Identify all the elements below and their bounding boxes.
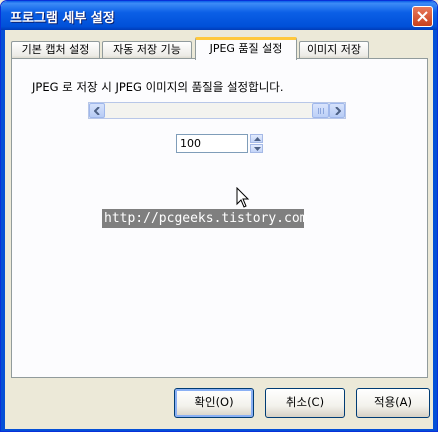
arrow-right-icon: [335, 107, 341, 115]
settings-dialog: 프로그램 세부 설정 기본 캡처 설정 자동 저장 기능 JPEG 품질 설정 …: [0, 0, 438, 432]
apply-button[interactable]: 적용(A): [356, 388, 430, 418]
ok-button[interactable]: 확인(O): [174, 388, 254, 418]
grip-icon: [318, 108, 324, 114]
quality-value-input[interactable]: 100: [176, 134, 248, 153]
tab-image-save[interactable]: 이미지 저장: [299, 41, 369, 59]
mouse-pointer-icon: [236, 187, 250, 208]
watermark-url: http://pcgeeks.tistory.com: [102, 209, 308, 228]
quality-slider[interactable]: [88, 102, 346, 119]
close-button[interactable]: [412, 6, 433, 27]
window-border-left: [1, 30, 5, 431]
window-title: 프로그램 세부 설정: [10, 11, 115, 26]
tab-basic-capture[interactable]: 기본 캡처 설정: [11, 41, 100, 59]
tab-panel-jpeg-quality: JPEG 로 저장 시 JPEG 이미지의 품질을 설정합니다. 100 htt…: [11, 58, 428, 378]
scroll-right-button[interactable]: [329, 103, 345, 118]
spin-down-button[interactable]: [250, 144, 263, 153]
close-icon: [417, 11, 428, 22]
tab-auto-save[interactable]: 자동 저장 기능: [102, 41, 192, 59]
window-border-right: [433, 30, 437, 431]
scroll-left-button[interactable]: [89, 103, 105, 118]
chevron-up-icon: [254, 137, 261, 141]
quality-slider-thumb[interactable]: [312, 103, 329, 118]
spin-up-button[interactable]: [250, 134, 263, 143]
chevron-down-icon: [254, 147, 261, 151]
quality-description: JPEG 로 저장 시 JPEG 이미지의 품질을 설정합니다.: [32, 80, 284, 94]
cancel-button[interactable]: 취소(C): [265, 388, 345, 418]
title-bar[interactable]: 프로그램 세부 설정: [1, 1, 437, 30]
arrow-left-icon: [94, 107, 100, 115]
tab-jpeg-quality[interactable]: JPEG 품질 설정: [195, 37, 297, 60]
